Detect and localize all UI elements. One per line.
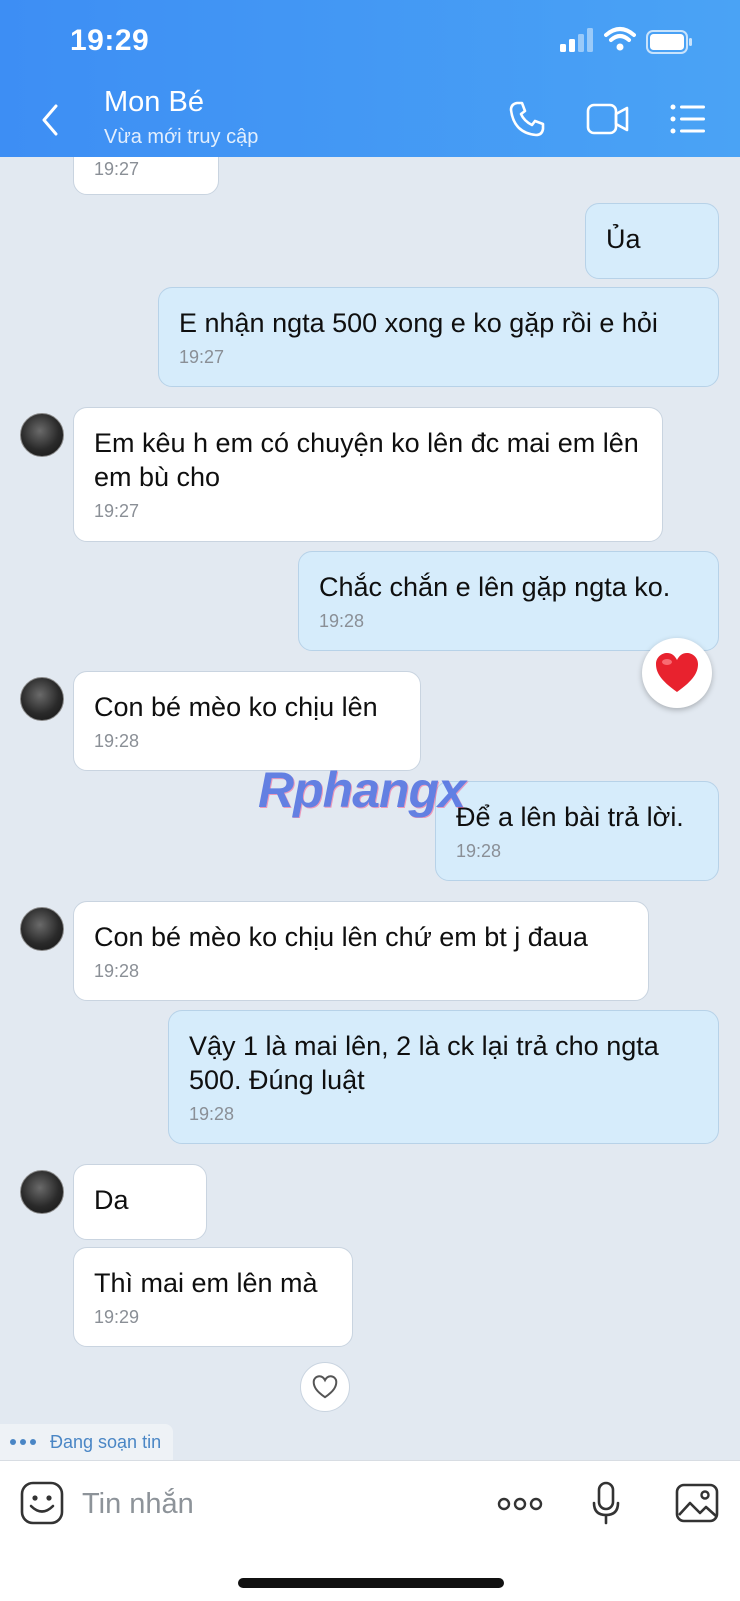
message-time: 19:27 — [179, 347, 225, 367]
heart-outline-icon — [312, 1375, 338, 1399]
wifi-icon — [604, 27, 636, 51]
typing-label: Đang soạn tin — [50, 1431, 162, 1452]
message-input[interactable] — [80, 1475, 464, 1533]
message-text: Con bé mèo ko chịu lên — [94, 692, 378, 722]
reaction-heart[interactable] — [642, 638, 712, 708]
message-text: Em kêu h em có chuyện ko lên đc mai em l… — [94, 428, 639, 492]
message-text: Con bé mèo ko chịu lên chứ em bt j đaua — [94, 922, 588, 952]
message-text: Da — [94, 1185, 129, 1215]
message-text: Vậy 1 là mai lên, 2 là ck lại trả cho ng… — [189, 1031, 659, 1095]
sticker-face-icon[interactable] — [20, 1481, 64, 1525]
message-time: 19:28 — [94, 961, 140, 981]
typing-indicator: Đang soạn tin — [0, 1424, 174, 1460]
message-bubble[interactable]: Vậy 1 là mai lên, 2 là ck lại trả cho ng… — [168, 1010, 719, 1144]
message-time: 19:29 — [94, 1307, 140, 1327]
message-text: E nhận ngta 500 xong e ko gặp rồi e hỏi — [179, 308, 658, 338]
avatar[interactable] — [20, 413, 64, 457]
list-menu-icon[interactable] — [670, 104, 706, 134]
typing-dots-icon — [10, 1439, 36, 1445]
message-text: Ủa — [606, 224, 641, 254]
message-bubble[interactable]: 19:27 — [73, 157, 219, 195]
message-bubble[interactable]: E nhận ngta 500 xong e ko gặp rồi e hỏi … — [158, 287, 719, 387]
chat-header: 19:29 Mon Bé Vừa mới truy cập — [0, 0, 740, 157]
message-bubble[interactable]: Để a lên bài trả lời. 19:28 — [435, 781, 719, 881]
red-heart-icon — [656, 653, 698, 692]
message-text: Thì mai em lên mà — [94, 1268, 318, 1298]
avatar[interactable] — [20, 677, 64, 721]
more-dots-icon[interactable] — [497, 1497, 543, 1511]
message-time: 19:28 — [189, 1104, 235, 1124]
avatar[interactable] — [20, 1170, 64, 1214]
phone-icon[interactable] — [508, 100, 546, 138]
watermark-logo: Rphangx — [258, 762, 466, 818]
message-text: Chắc chắn e lên gặp ngta ko. — [319, 572, 671, 602]
chevron-left-icon[interactable] — [36, 100, 66, 140]
message-list[interactable]: 19:27 Ủa E nhận ngta 500 xong e ko gặp r… — [0, 157, 740, 1457]
message-bubble[interactable]: Da — [73, 1164, 207, 1240]
avatar[interactable] — [20, 907, 64, 951]
message-bubble[interactable]: Em kêu h em có chuyện ko lên đc mai em l… — [73, 407, 663, 542]
status-time: 19:29 — [70, 24, 150, 57]
reaction-button[interactable] — [300, 1362, 350, 1412]
message-bubble[interactable]: Con bé mèo ko chịu lên chứ em bt j đaua … — [73, 901, 649, 1001]
contact-status: Vừa mới truy cập — [104, 126, 259, 148]
microphone-icon[interactable] — [592, 1481, 620, 1525]
message-text: Để a lên bài trả lời. — [456, 802, 684, 832]
message-bubble[interactable]: Thì mai em lên mà 19:29 — [73, 1247, 353, 1347]
signal-icon — [560, 28, 593, 52]
message-bubble[interactable]: Con bé mèo ko chịu lên 19:28 — [73, 671, 421, 771]
message-time: 19:27 — [94, 501, 140, 521]
message-time: 19:28 — [94, 731, 140, 751]
contact-name[interactable]: Mon Bé — [104, 86, 204, 119]
image-icon[interactable] — [675, 1483, 719, 1523]
message-bubble[interactable]: Ủa — [585, 203, 719, 279]
message-time: 19:28 — [319, 611, 365, 631]
message-time: 19:27 — [94, 159, 140, 179]
message-bubble[interactable]: Chắc chắn e lên gặp ngta ko. 19:28 — [298, 551, 719, 651]
battery-icon — [646, 30, 692, 54]
home-indicator[interactable] — [238, 1578, 504, 1588]
video-camera-icon[interactable] — [586, 102, 630, 136]
message-time: 19:28 — [456, 841, 502, 861]
